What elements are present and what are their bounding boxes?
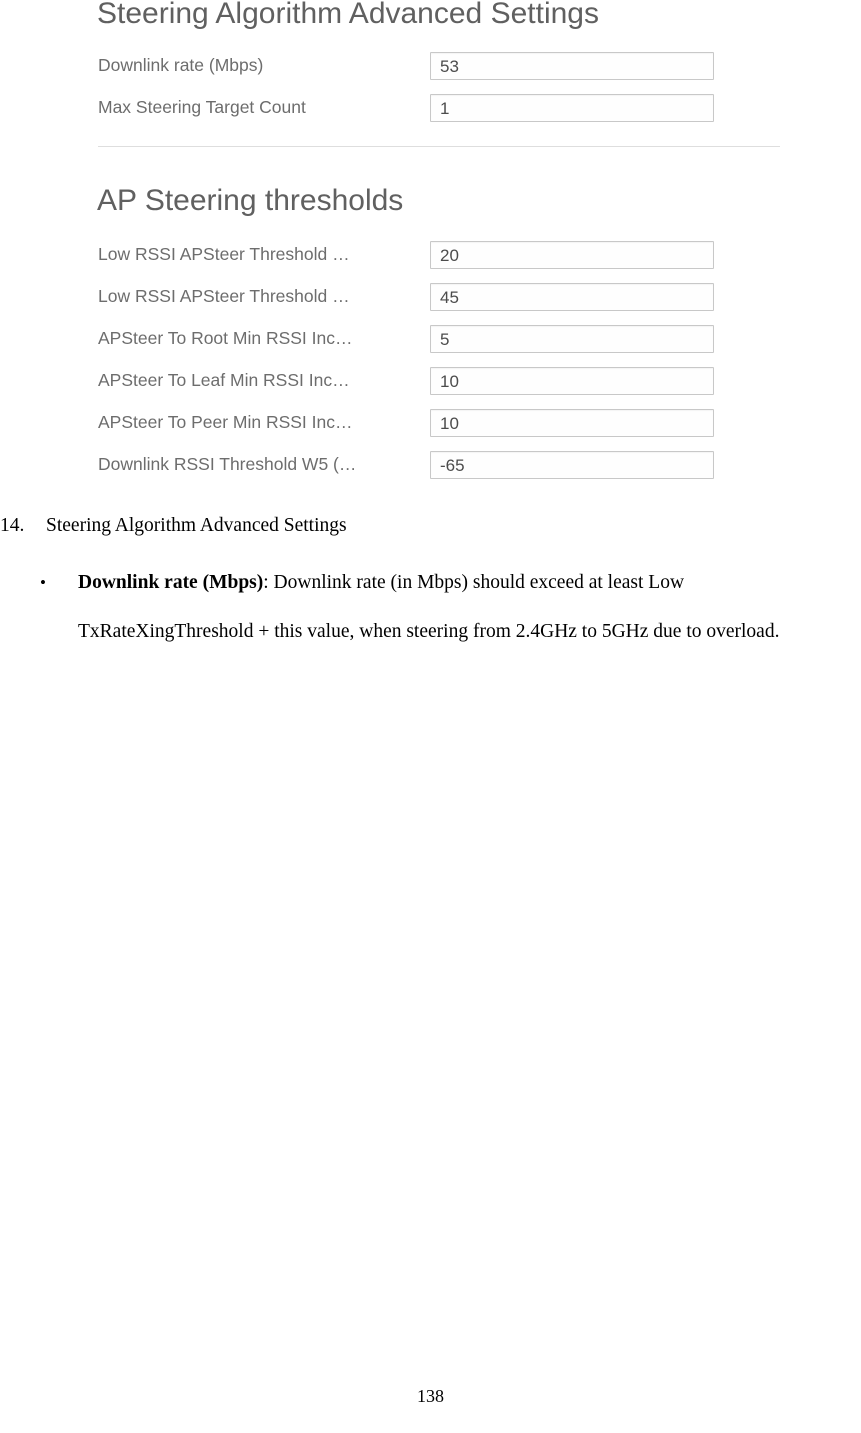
label-downlink-rssi-threshold-w5: Downlink RSSI Threshold W5 (…: [98, 454, 357, 474]
form-row-low-rssi-apsteer-threshold-2: Low RSSI APSteer Threshold … 45: [98, 283, 718, 313]
input-low-rssi-apsteer-threshold-1[interactable]: 20: [430, 241, 714, 269]
input-low-rssi-apsteer-threshold-2[interactable]: 45: [430, 283, 714, 311]
bullet-icon: •: [40, 573, 46, 592]
input-low-rssi-apsteer-threshold-1-value: 20: [440, 246, 459, 265]
form-row-apsteer-to-leaf-min-rssi-inc: APSteer To Leaf Min RSSI Inc… 10: [98, 367, 718, 397]
form-row-downlink-rate: Downlink rate (Mbps) 53: [98, 52, 718, 82]
list-item-text: Steering Algorithm Advanced Settings: [46, 515, 347, 536]
input-downlink-rate-value: 53: [440, 57, 459, 76]
form-row-apsteer-to-peer-min-rssi-inc: APSteer To Peer Min RSSI Inc… 10: [98, 409, 718, 439]
input-downlink-rate[interactable]: 53: [430, 52, 714, 80]
bullet-paragraph: Downlink rate (Mbps): Downlink rate (in …: [78, 558, 861, 656]
label-apsteer-to-peer-min-rssi-inc: APSteer To Peer Min RSSI Inc…: [98, 412, 353, 432]
input-apsteer-to-root-min-rssi-inc-value: 5: [440, 330, 450, 349]
input-apsteer-to-root-min-rssi-inc[interactable]: 5: [430, 325, 714, 353]
form-row-apsteer-to-root-min-rssi-inc: APSteer To Root Min RSSI Inc… 5: [98, 325, 718, 355]
page-number: 138: [417, 1386, 444, 1406]
label-max-steering-target-count: Max Steering Target Count: [98, 97, 306, 117]
panel-title-steering-algorithm: Steering Algorithm Advanced Settings: [97, 0, 599, 30]
form-row-downlink-rssi-threshold-w5: Downlink RSSI Threshold W5 (… -65: [98, 451, 718, 481]
input-max-steering-target-count[interactable]: 1: [430, 94, 714, 122]
label-low-rssi-apsteer-threshold-1: Low RSSI APSteer Threshold …: [98, 244, 350, 264]
input-apsteer-to-leaf-min-rssi-inc[interactable]: 10: [430, 367, 714, 395]
input-apsteer-to-peer-min-rssi-inc[interactable]: 10: [430, 409, 714, 437]
bullet-term: Downlink rate (Mbps): [78, 572, 264, 593]
input-apsteer-to-leaf-min-rssi-inc-value: 10: [440, 372, 459, 391]
input-downlink-rssi-threshold-w5-value: -65: [440, 456, 465, 475]
input-max-steering-target-count-value: 1: [440, 99, 450, 118]
input-low-rssi-apsteer-threshold-2-value: 45: [440, 288, 459, 307]
input-apsteer-to-peer-min-rssi-inc-value: 10: [440, 414, 459, 433]
list-number: 14.: [0, 515, 25, 536]
settings-screenshot: Steering Algorithm Advanced Settings Dow…: [80, 0, 780, 490]
input-downlink-rssi-threshold-w5[interactable]: -65: [430, 451, 714, 479]
label-apsteer-to-leaf-min-rssi-inc: APSteer To Leaf Min RSSI Inc…: [98, 370, 350, 390]
form-row-low-rssi-apsteer-threshold-1: Low RSSI APSteer Threshold … 20: [98, 241, 718, 271]
section-divider: [98, 146, 780, 147]
label-downlink-rate: Downlink rate (Mbps): [98, 55, 264, 75]
label-low-rssi-apsteer-threshold-2: Low RSSI APSteer Threshold …: [98, 286, 350, 306]
form-row-max-steering-target-count: Max Steering Target Count 1: [98, 94, 718, 124]
panel-title-ap-steering-thresholds: AP Steering thresholds: [97, 184, 404, 217]
label-apsteer-to-root-min-rssi-inc: APSteer To Root Min RSSI Inc…: [98, 328, 353, 348]
